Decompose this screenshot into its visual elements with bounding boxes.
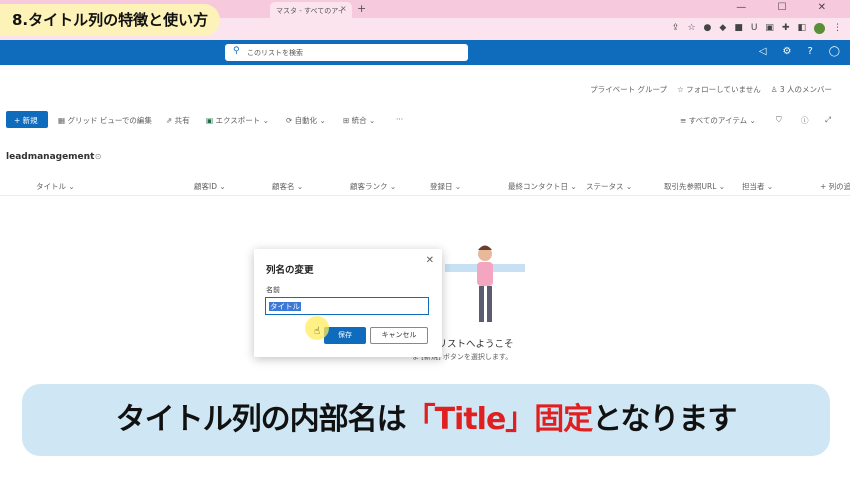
menu-icon[interactable]: ⋮ [833, 23, 842, 34]
caption-box: タイトル列の内部名は「Title」固定となります [22, 384, 830, 456]
column-header[interactable]: 登録日 ⌄ [430, 181, 461, 192]
welcome-illustration-icon [445, 245, 525, 322]
favorite-icon[interactable]: ☆ ⊙ [85, 152, 101, 161]
integrate-icon: ⊞ [343, 116, 352, 125]
list-title: leadmanagement [6, 152, 95, 162]
grid-edit-button[interactable]: ▦ グリッド ビューでの編集 [58, 115, 152, 126]
window-controls[interactable]: — ☐ ✕ [736, 2, 840, 13]
extension-icon[interactable]: ▣ [765, 23, 774, 34]
rename-column-dialog: 列名の変更 ✕ 名前 タイトル 保存 キャンセル [254, 249, 442, 357]
selected-text: タイトル [269, 302, 301, 311]
toolbar-icons: ⇪ ☆ ● ◆ ■ U ▣ ✚ ◧ ⋮ [672, 23, 842, 34]
puzzle-icon[interactable]: ✚ [782, 23, 790, 34]
gear-icon[interactable]: ⚙ [783, 46, 792, 57]
sharepoint-suite-bar: ⚲ このリストを検索 ◁ ⚙ ? ◯ [0, 40, 850, 65]
column-header[interactable]: 取引先参照URL ⌄ [664, 181, 725, 192]
cancel-button[interactable]: キャンセル [370, 327, 428, 344]
site-header-actions: プライベート グループ ☆ フォローしていません ♙ 3 人のメンバー [590, 84, 832, 95]
more-button[interactable]: ··· [396, 115, 403, 124]
share-button[interactable]: ⇗ 共有 [166, 115, 190, 126]
person-icon: ♙ [770, 85, 780, 94]
expand-icon[interactable]: ⤢ [825, 115, 831, 125]
new-button[interactable]: + 新規 [6, 111, 48, 128]
extension-icon[interactable]: U [751, 23, 758, 34]
extension-icon[interactable]: ◆ [719, 23, 726, 34]
search-input[interactable]: ⚲ このリストを検索 [225, 44, 468, 61]
mouse-cursor-icon: ☝ [314, 326, 321, 337]
automate-button[interactable]: ⟳ 自動化 ⌄ [286, 115, 326, 126]
integrate-button[interactable]: ⊞ 統合 ⌄ [343, 115, 375, 126]
filter-icon[interactable]: ⛉ [776, 115, 782, 125]
sidebar-icon[interactable]: ◧ [797, 23, 806, 34]
flow-icon: ⟳ [286, 116, 295, 125]
column-header[interactable]: 顧客名 ⌄ [272, 181, 303, 192]
share-icon: ⇗ [166, 116, 175, 125]
column-name-input[interactable]: タイトル [265, 297, 429, 315]
follow-button[interactable]: ☆ フォローしていません [677, 84, 761, 95]
extension-icon[interactable]: ■ [734, 23, 743, 34]
view-selector[interactable]: ≡ すべてのアイテム ⌄ [680, 115, 756, 126]
save-button[interactable]: 保存 [324, 327, 366, 344]
members-button[interactable]: ♙ 3 人のメンバー [771, 84, 832, 95]
search-placeholder: このリストを検索 [247, 49, 303, 57]
column-header[interactable]: 顧客ID ⌄ [194, 181, 226, 192]
suite-bar-icons: ◁ ⚙ ? ◯ [759, 46, 840, 57]
name-field-label: 名前 [266, 286, 280, 294]
mic-icon[interactable]: ● [704, 23, 712, 34]
column-header[interactable]: 担当者 ⌄ [742, 181, 773, 192]
close-icon[interactable]: ✕ [426, 255, 434, 266]
share-icon[interactable]: ⇪ [672, 23, 680, 34]
megaphone-icon[interactable]: ◁ [759, 46, 767, 57]
column-header[interactable]: 顧客ランク ⌄ [350, 181, 396, 192]
profile-avatar[interactable] [814, 23, 825, 34]
add-column-button[interactable]: + 列の追 [820, 181, 850, 192]
export-button[interactable]: ▣ エクスポート ⌄ [206, 115, 269, 126]
column-header[interactable]: タイトル ⌄ [36, 181, 75, 192]
caption-highlight: 「Title」固定 [405, 402, 594, 437]
column-header[interactable]: ステータス ⌄ [586, 181, 632, 192]
new-tab-button[interactable]: + [357, 2, 366, 15]
column-header[interactable]: 最終コンタクト日 ⌄ [508, 181, 577, 192]
view-icon: ≡ [680, 116, 689, 125]
header-divider [0, 195, 850, 196]
video-title-banner: 8.タイトル列の特徴と使い方 [0, 4, 221, 36]
command-bar: + 新規 ▦ グリッド ビューでの編集 ⇗ 共有 ▣ エクスポート ⌄ ⟳ 自動… [0, 108, 850, 132]
search-icon: ⚲ [233, 46, 240, 56]
tab-close-icon[interactable]: × [340, 4, 347, 13]
star-icon[interactable]: ☆ [687, 23, 695, 34]
user-icon[interactable]: ◯ [829, 46, 840, 57]
info-icon[interactable]: ⓘ [801, 115, 809, 126]
dialog-title: 列名の変更 [266, 265, 314, 276]
help-icon[interactable]: ? [807, 46, 812, 57]
private-group-label: プライベート グループ [590, 85, 668, 94]
caption-text: タイトル列の内部名は「Title」固定となります [115, 402, 738, 437]
